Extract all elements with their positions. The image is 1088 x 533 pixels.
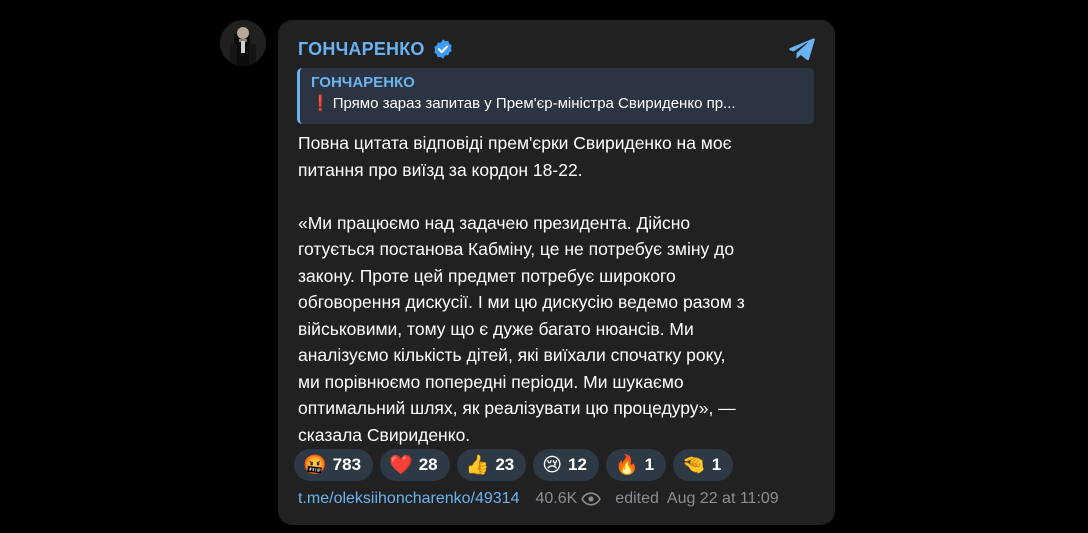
channel-name[interactable]: ГОНЧАРЕНКО xyxy=(298,39,425,60)
share-icon[interactable] xyxy=(787,34,817,64)
view-count: 40.6K xyxy=(535,490,578,507)
message-header: ГОНЧАРЕНКО xyxy=(298,36,817,62)
reaction-red-heart[interactable]: ❤️ 28 xyxy=(380,449,450,481)
edited-label: edited xyxy=(615,490,659,507)
reply-author: ГОНЧАРЕНКО xyxy=(311,74,415,91)
message-text: Повна цитата відповіді прем'єрки Свириде… xyxy=(298,133,745,445)
exclamation-icon: ❗ xyxy=(311,95,330,112)
reaction-thumbs-up[interactable]: 👍 23 xyxy=(456,449,527,481)
reaction-fire[interactable]: 🔥 1 xyxy=(605,449,667,481)
reaction-count: 12 xyxy=(568,455,587,474)
fire-icon: 🔥 xyxy=(614,455,639,476)
verified-badge-icon xyxy=(432,38,454,60)
reaction-count: 23 xyxy=(495,455,515,474)
message-footer: t.me/oleksiihoncharenko/49314 40.6K edit… xyxy=(298,490,779,508)
reaction-count: 783 xyxy=(332,455,362,474)
reaction-count: 1 xyxy=(711,455,722,474)
reaction-angry-face[interactable]: 🤬 783 xyxy=(294,449,374,481)
reply-text: Прямо зараз запитав у Прем'єр-міністра С… xyxy=(332,95,736,112)
reaction-crying-face[interactable]: 😢 12 xyxy=(533,449,599,481)
avatar-photo xyxy=(220,20,266,66)
telegram-post-screenshot: ГОНЧАРЕНКО ГОНЧАРЕНКО ❗ Прямо зараз запит… xyxy=(0,0,1088,533)
thumbs-up-icon: 👍 xyxy=(465,455,490,476)
crying-face-icon: 😢 xyxy=(542,454,563,476)
message-card: ГОНЧАРЕНКО ГОНЧАРЕНКО ❗ Прямо зараз запит… xyxy=(278,20,835,525)
channel-avatar[interactable] xyxy=(220,20,266,66)
reaction-count: 28 xyxy=(418,455,438,474)
angry-face-icon: 🤬 xyxy=(303,455,327,476)
reply-text-line: ❗ Прямо зараз запитав у Прем'єр-міністра … xyxy=(311,93,804,115)
eye-icon xyxy=(581,492,602,506)
reactions-bar: 🤬 783 ❤️ 28 👍 23 😢 12 🔥 1 🤏 1 xyxy=(294,449,734,481)
post-time: Aug 22 at 11:09 xyxy=(666,490,779,507)
pinching-hand-icon: 🤏 xyxy=(682,455,706,476)
reaction-pinching-hand[interactable]: 🤏 1 xyxy=(673,449,734,481)
red-heart-icon: ❤️ xyxy=(389,455,413,476)
post-link[interactable]: t.me/oleksiihoncharenko/49314 xyxy=(298,490,519,508)
reply-quote[interactable]: ГОНЧАРЕНКО ❗ Прямо зараз запитав у Прем'є… xyxy=(297,68,814,124)
reaction-count: 1 xyxy=(644,455,655,474)
